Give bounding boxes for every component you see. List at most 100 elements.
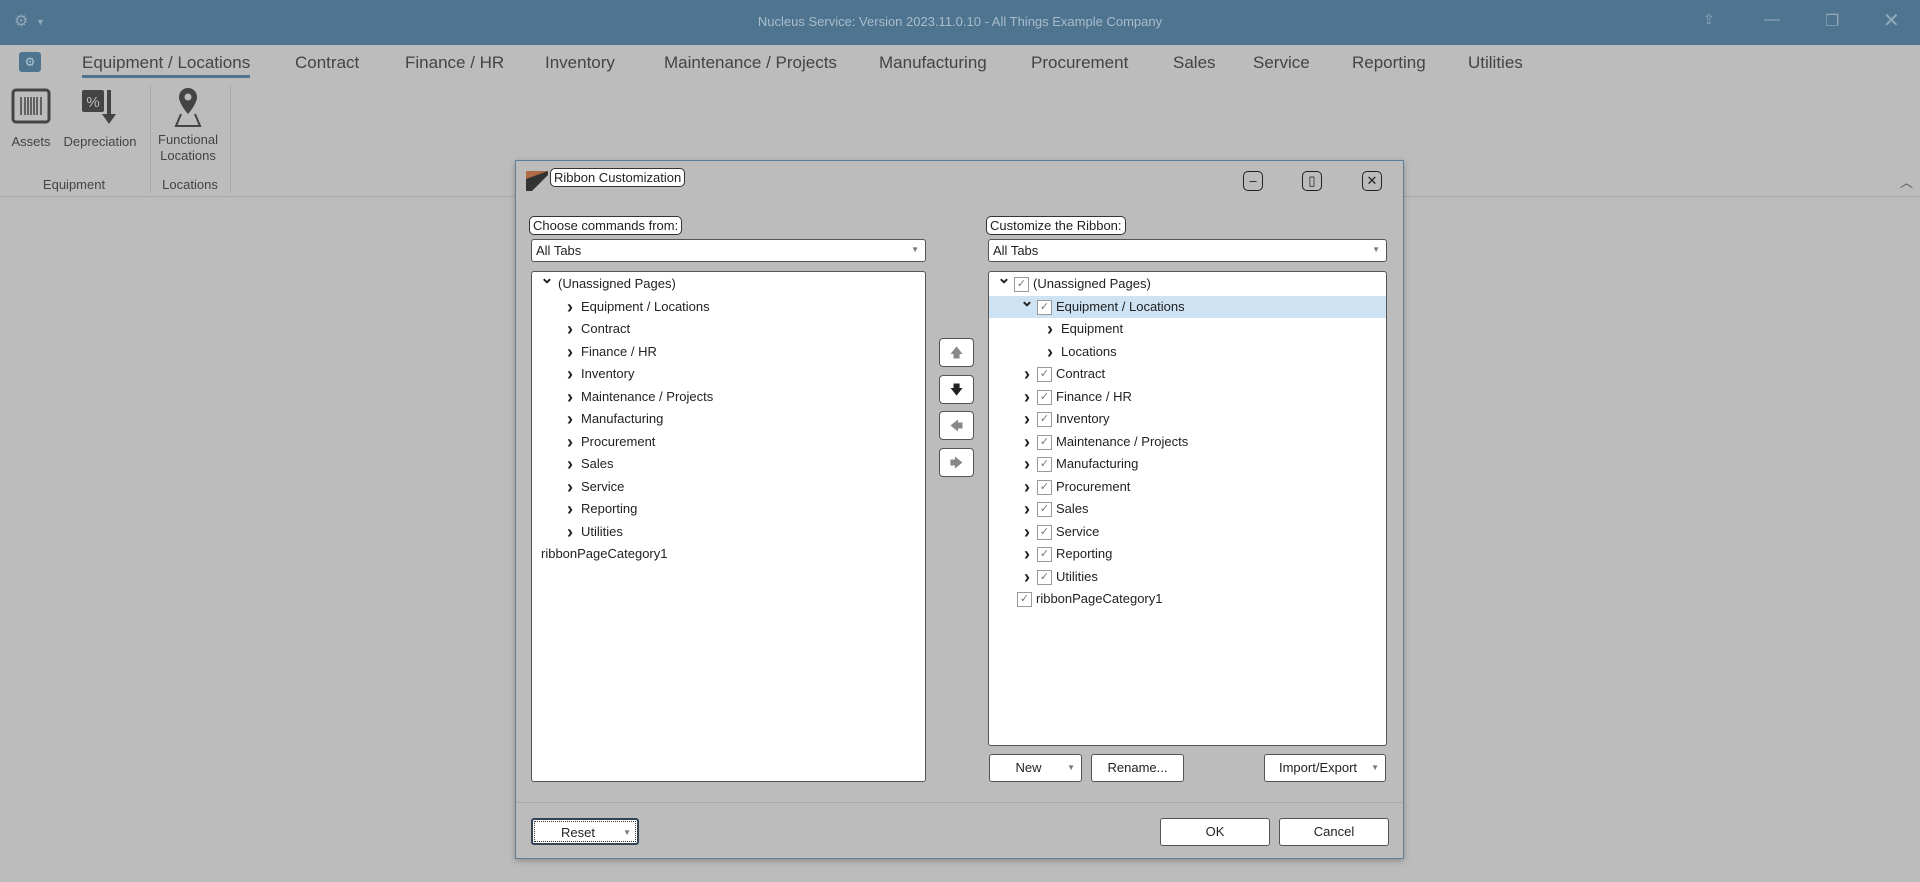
chevron-right-icon[interactable]: › xyxy=(563,363,577,385)
tree-item[interactable]: › Finance / HR xyxy=(532,341,925,363)
tree-item[interactable]: › Maintenance / Projects xyxy=(532,386,925,408)
chevron-right-icon[interactable]: › xyxy=(1020,476,1034,498)
cancel-button[interactable]: Cancel xyxy=(1279,818,1389,846)
checkbox[interactable]: ✓ xyxy=(1037,569,1052,585)
checkbox[interactable]: ✓ xyxy=(1037,299,1052,315)
checkbox[interactable]: ✓ xyxy=(1037,524,1052,540)
move-right-button[interactable]: 🡆 xyxy=(939,448,974,477)
tree-item[interactable]: › Sales xyxy=(532,453,925,475)
new-button[interactable]: New ▼ xyxy=(989,754,1082,782)
tab-service[interactable]: Service xyxy=(1253,53,1310,73)
checkbox[interactable]: ✓ xyxy=(1037,434,1052,450)
move-down-button[interactable]: 🡇 xyxy=(939,375,974,404)
tree-item[interactable]: › ✓ Reporting xyxy=(989,543,1386,565)
tab-finance-hr[interactable]: Finance / HR xyxy=(405,53,504,73)
tab-equipment-locations[interactable]: Equipment / Locations xyxy=(82,53,251,78)
tree-item[interactable]: ⌄ (Unassigned Pages) xyxy=(532,272,925,295)
tree-item[interactable]: › Utilities xyxy=(532,521,925,543)
reset-button[interactable]: Reset ▼ xyxy=(531,818,639,845)
tab-reporting[interactable]: Reporting xyxy=(1352,53,1426,73)
chevron-right-icon[interactable]: › xyxy=(1020,431,1034,453)
chevron-right-icon[interactable]: › xyxy=(1020,498,1034,520)
tree-item[interactable]: ✓ ribbonPageCategory1 xyxy=(989,588,1386,610)
checkbox[interactable]: ✓ xyxy=(1037,367,1052,382)
tab-procurement[interactable]: Procurement xyxy=(1031,53,1128,73)
choose-commands-combo[interactable]: All Tabs ▼ xyxy=(531,239,926,262)
chevron-right-icon[interactable]: › xyxy=(563,296,577,318)
functional-locations-button[interactable]: Functional Locations xyxy=(152,86,224,164)
tab-sales[interactable]: Sales xyxy=(1173,53,1216,73)
checkbox[interactable]: ✓ xyxy=(1037,547,1052,562)
tree-item[interactable]: › Reporting xyxy=(532,498,925,520)
close-button[interactable]: ✕ xyxy=(1883,8,1900,33)
ribbon-display-options-icon[interactable]: ⇪ xyxy=(1703,11,1715,28)
collapse-ribbon-icon[interactable]: ︿ xyxy=(1900,172,1913,191)
tree-item[interactable]: ribbonPageCategory1 xyxy=(532,543,925,565)
chevron-right-icon[interactable]: › xyxy=(1020,386,1034,408)
minimize-button[interactable]: — xyxy=(1764,11,1780,29)
move-up-button[interactable]: 🡅 xyxy=(939,338,974,367)
tree-item[interactable]: › ✓ Utilities xyxy=(989,566,1386,588)
checkbox[interactable]: ✓ xyxy=(1037,457,1052,472)
tab-manufacturing[interactable]: Manufacturing xyxy=(879,53,987,73)
tab-maintenance-projects[interactable]: Maintenance / Projects xyxy=(664,53,837,73)
checkbox[interactable]: ✓ xyxy=(1037,479,1052,495)
assets-button[interactable]: Assets xyxy=(6,88,56,150)
tree-item[interactable]: › Contract xyxy=(532,318,925,340)
dialog-close-button[interactable]: ✕ xyxy=(1362,171,1382,191)
tree-item[interactable]: › ✓ Maintenance / Projects xyxy=(989,431,1386,453)
ribbon-tree[interactable]: ⌄ ✓ (Unassigned Pages) ⌄ ✓ Equipment / Locati… xyxy=(988,271,1387,746)
chevron-right-icon[interactable]: › xyxy=(1020,543,1034,565)
depreciation-button[interactable]: % Depreciation xyxy=(60,88,140,150)
chevron-right-icon[interactable]: › xyxy=(563,386,577,408)
tree-item[interactable]: › Inventory xyxy=(532,363,925,385)
tree-item[interactable]: › ✓ Procurement xyxy=(989,476,1386,498)
tree-item[interactable]: › Locations xyxy=(989,341,1386,363)
rename-button[interactable]: Rename... xyxy=(1091,754,1184,782)
chevron-down-icon[interactable]: ⌄ xyxy=(540,272,554,290)
chevron-right-icon[interactable]: › xyxy=(1020,521,1034,543)
tree-item[interactable]: › ✓ Service xyxy=(989,521,1386,543)
chevron-right-icon[interactable]: › xyxy=(563,408,577,430)
tree-item[interactable]: ⌄ ✓ Equipment / Locations xyxy=(989,293,1386,318)
dialog-minimize-button[interactable]: – xyxy=(1243,171,1263,191)
chevron-right-icon[interactable]: › xyxy=(563,476,577,498)
chevron-down-icon[interactable]: ⌄ xyxy=(997,272,1011,290)
dialog-maximize-button[interactable]: ▯ xyxy=(1302,171,1322,191)
tab-inventory[interactable]: Inventory xyxy=(545,53,615,73)
chevron-right-icon[interactable]: › xyxy=(563,341,577,363)
chevron-right-icon[interactable]: › xyxy=(563,521,577,543)
chevron-right-icon[interactable]: › xyxy=(563,453,577,475)
tree-item[interactable]: ⌄ ✓ (Unassigned Pages) xyxy=(989,272,1386,295)
commands-tree[interactable]: ⌄ (Unassigned Pages) › Equipment / Location… xyxy=(531,271,926,782)
tab-contract[interactable]: Contract xyxy=(295,53,359,73)
customize-ribbon-combo[interactable]: All Tabs ▼ xyxy=(988,239,1387,262)
checkbox[interactable]: ✓ xyxy=(1037,412,1052,427)
chevron-down-icon[interactable]: ⌄ xyxy=(1020,291,1034,313)
tree-item[interactable]: › Manufacturing xyxy=(532,408,925,430)
checkbox[interactable]: ✓ xyxy=(1037,502,1052,517)
tree-item[interactable]: › Service xyxy=(532,476,925,498)
checkbox[interactable]: ✓ xyxy=(1017,592,1032,607)
chevron-right-icon[interactable]: › xyxy=(563,498,577,520)
ok-button[interactable]: OK xyxy=(1160,818,1270,846)
chevron-right-icon[interactable]: › xyxy=(1020,363,1034,385)
move-left-button[interactable]: 🡄 xyxy=(939,411,974,440)
import-export-button[interactable]: Import/Export ▼ xyxy=(1264,754,1386,782)
chevron-right-icon[interactable]: › xyxy=(563,318,577,340)
chevron-right-icon[interactable]: › xyxy=(563,431,577,453)
chevron-right-icon[interactable]: › xyxy=(1043,341,1057,363)
tree-item[interactable]: › ✓ Inventory xyxy=(989,408,1386,430)
chevron-right-icon[interactable]: › xyxy=(1020,566,1034,588)
tree-item[interactable]: › ✓ Finance / HR xyxy=(989,386,1386,408)
tree-item[interactable]: › Equipment xyxy=(989,318,1386,340)
restore-button[interactable]: ❐ xyxy=(1825,11,1839,31)
tab-utilities[interactable]: Utilities xyxy=(1468,53,1523,73)
tree-item[interactable]: › ✓ Manufacturing xyxy=(989,453,1386,475)
tree-item[interactable]: › Equipment / Locations xyxy=(532,296,925,318)
checkbox[interactable]: ✓ xyxy=(1037,389,1052,405)
chevron-right-icon[interactable]: › xyxy=(1020,408,1034,430)
chevron-right-icon[interactable]: › xyxy=(1043,318,1057,340)
tree-item[interactable]: › ✓ Sales xyxy=(989,498,1386,520)
tree-item[interactable]: › Procurement xyxy=(532,431,925,453)
